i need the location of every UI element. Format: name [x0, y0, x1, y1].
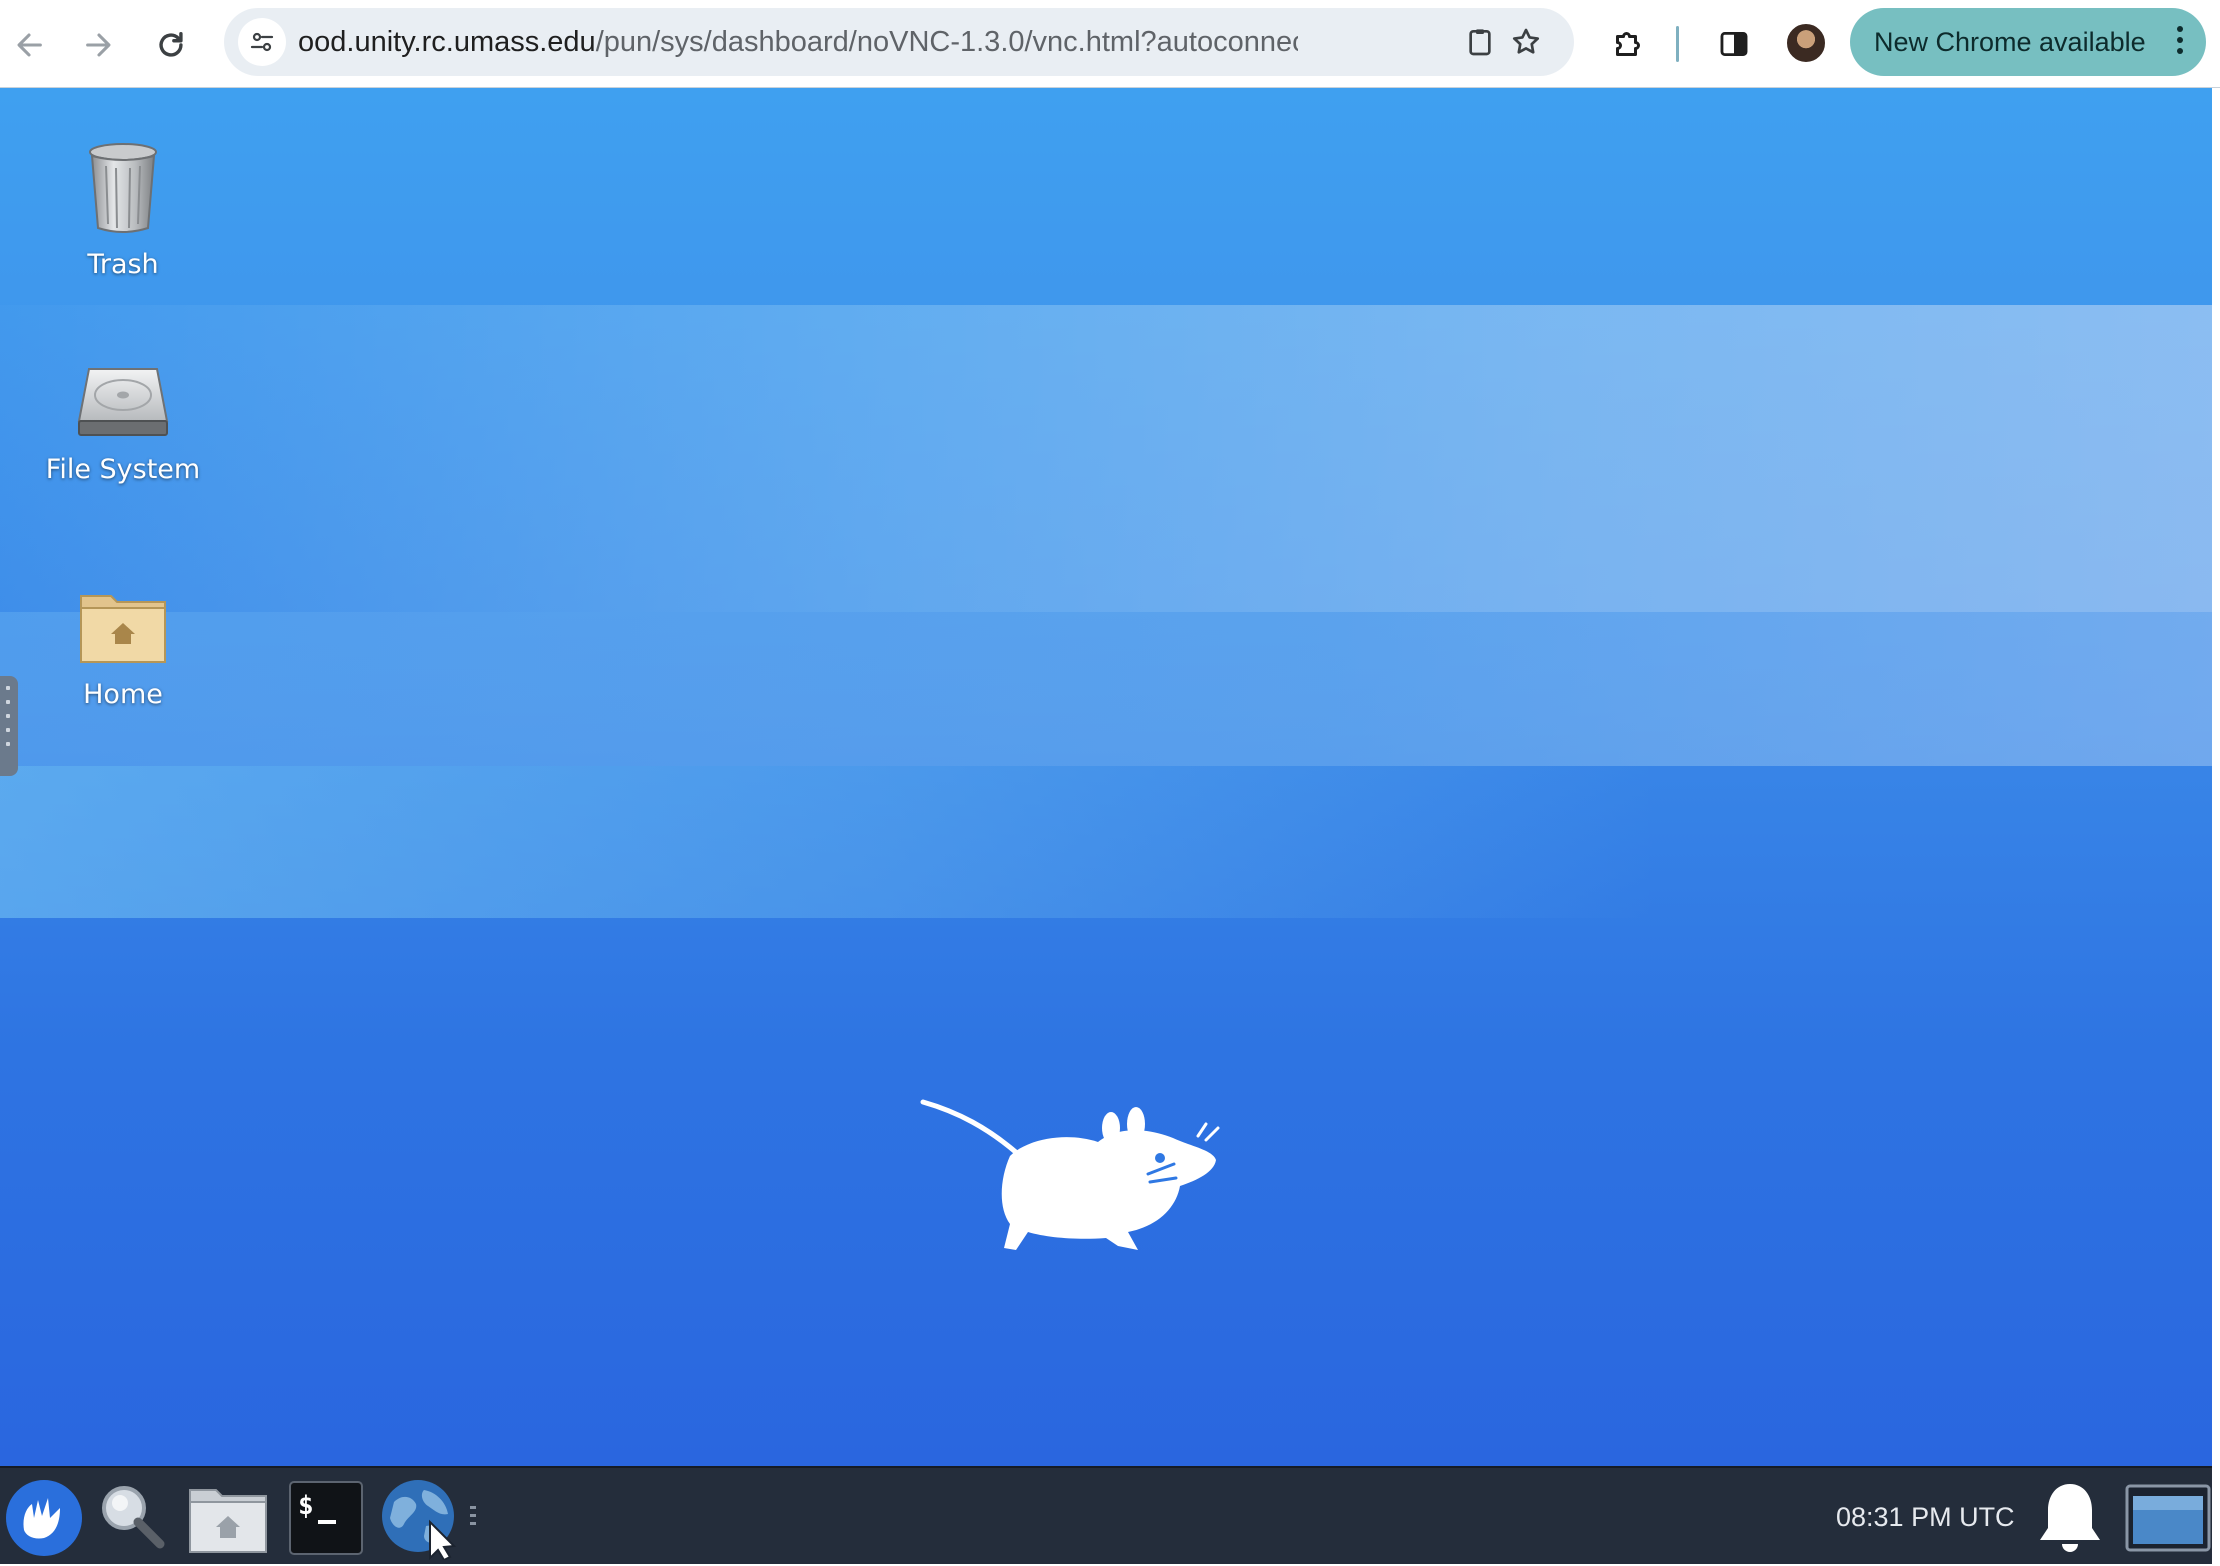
home-folder-icon — [189, 1489, 267, 1553]
browser-toolbar: ood.unity.rc.umass.edu/pun/sys/dashboard… — [0, 0, 2220, 88]
novnc-control-bar-handle[interactable] — [0, 676, 18, 776]
url-path: /pun/sys/dashboard/noVNC-1.3.0/vnc.html?… — [595, 26, 1298, 58]
tune-icon — [250, 32, 274, 52]
desktop-icon-label: Home — [83, 679, 163, 710]
url-text[interactable]: ood.unity.rc.umass.edu/pun/sys/dashboard… — [298, 8, 1298, 76]
xfce-desktop[interactable]: Trash File System Home — [0, 88, 2212, 1466]
toolbar-divider — [1676, 26, 1679, 62]
page-edge — [2212, 88, 2220, 1466]
reload-icon — [159, 31, 183, 57]
extensions-button[interactable] — [1602, 18, 1654, 70]
kebab-menu-icon[interactable] — [2172, 26, 2188, 58]
hard-drive-icon — [77, 368, 169, 436]
panel-clock[interactable]: 08:31 PM UTC — [1836, 1468, 2015, 1566]
web-browser-button[interactable] — [376, 1474, 464, 1562]
terminal-button[interactable]: $ — [282, 1474, 370, 1562]
site-info-button[interactable] — [238, 18, 286, 66]
forward-button[interactable] — [72, 18, 126, 72]
desktop-icon-label: Trash — [87, 249, 159, 280]
back-button[interactable] — [2, 18, 56, 72]
bookmark-button[interactable] — [1504, 20, 1548, 64]
star-icon — [1512, 28, 1540, 54]
desktop-icon-trash[interactable]: Trash — [18, 138, 228, 280]
clipboard-button[interactable] — [1458, 20, 1502, 64]
xfce-menu-icon — [6, 1480, 82, 1556]
xfce-panel: $ 08:31 PM UTC — [0, 1466, 2212, 1564]
notifications-button[interactable] — [2026, 1474, 2114, 1562]
side-panel-button[interactable] — [1708, 18, 1760, 70]
trash-icon — [89, 143, 157, 233]
terminal-icon: $ — [289, 1481, 363, 1555]
desktop-icon-label: File System — [45, 454, 201, 485]
show-desktop-icon — [2125, 1484, 2211, 1552]
magnifier-icon — [102, 1486, 165, 1549]
wallpaper-band — [0, 305, 2212, 612]
svg-text:$: $ — [298, 1491, 314, 1521]
wallpaper-band — [0, 766, 2212, 918]
url-host: ood.unity.rc.umass.edu — [298, 26, 596, 58]
arrow-right-icon — [86, 33, 111, 57]
arrow-left-icon — [17, 33, 42, 57]
file-manager-button[interactable] — [184, 1474, 272, 1562]
clipboard-icon — [1469, 29, 1491, 56]
update-chrome-button[interactable]: New Chrome available — [1850, 8, 2206, 76]
globe-icon — [382, 1480, 457, 1560]
address-bar[interactable]: ood.unity.rc.umass.edu/pun/sys/dashboard… — [224, 8, 1574, 76]
update-chrome-label: New Chrome available — [1874, 27, 2146, 57]
app-finder-button[interactable] — [88, 1474, 176, 1562]
panel-separator — [470, 1506, 476, 1528]
applications-menu-button[interactable] — [0, 1474, 88, 1562]
bell-icon — [2040, 1484, 2100, 1552]
home-folder-icon — [80, 595, 166, 663]
avatar[interactable] — [1785, 22, 1827, 64]
show-desktop-button[interactable] — [2124, 1474, 2212, 1562]
desktop-icon-home[interactable]: Home — [18, 588, 228, 710]
wallpaper-band — [0, 612, 2212, 766]
desktop-icon-file-system[interactable]: File System — [18, 363, 228, 485]
reload-button[interactable] — [144, 18, 198, 72]
xfce-mouse-logo — [920, 1099, 1220, 1250]
side-panel-icon — [1720, 31, 1748, 57]
puzzle-icon — [1616, 32, 1640, 56]
